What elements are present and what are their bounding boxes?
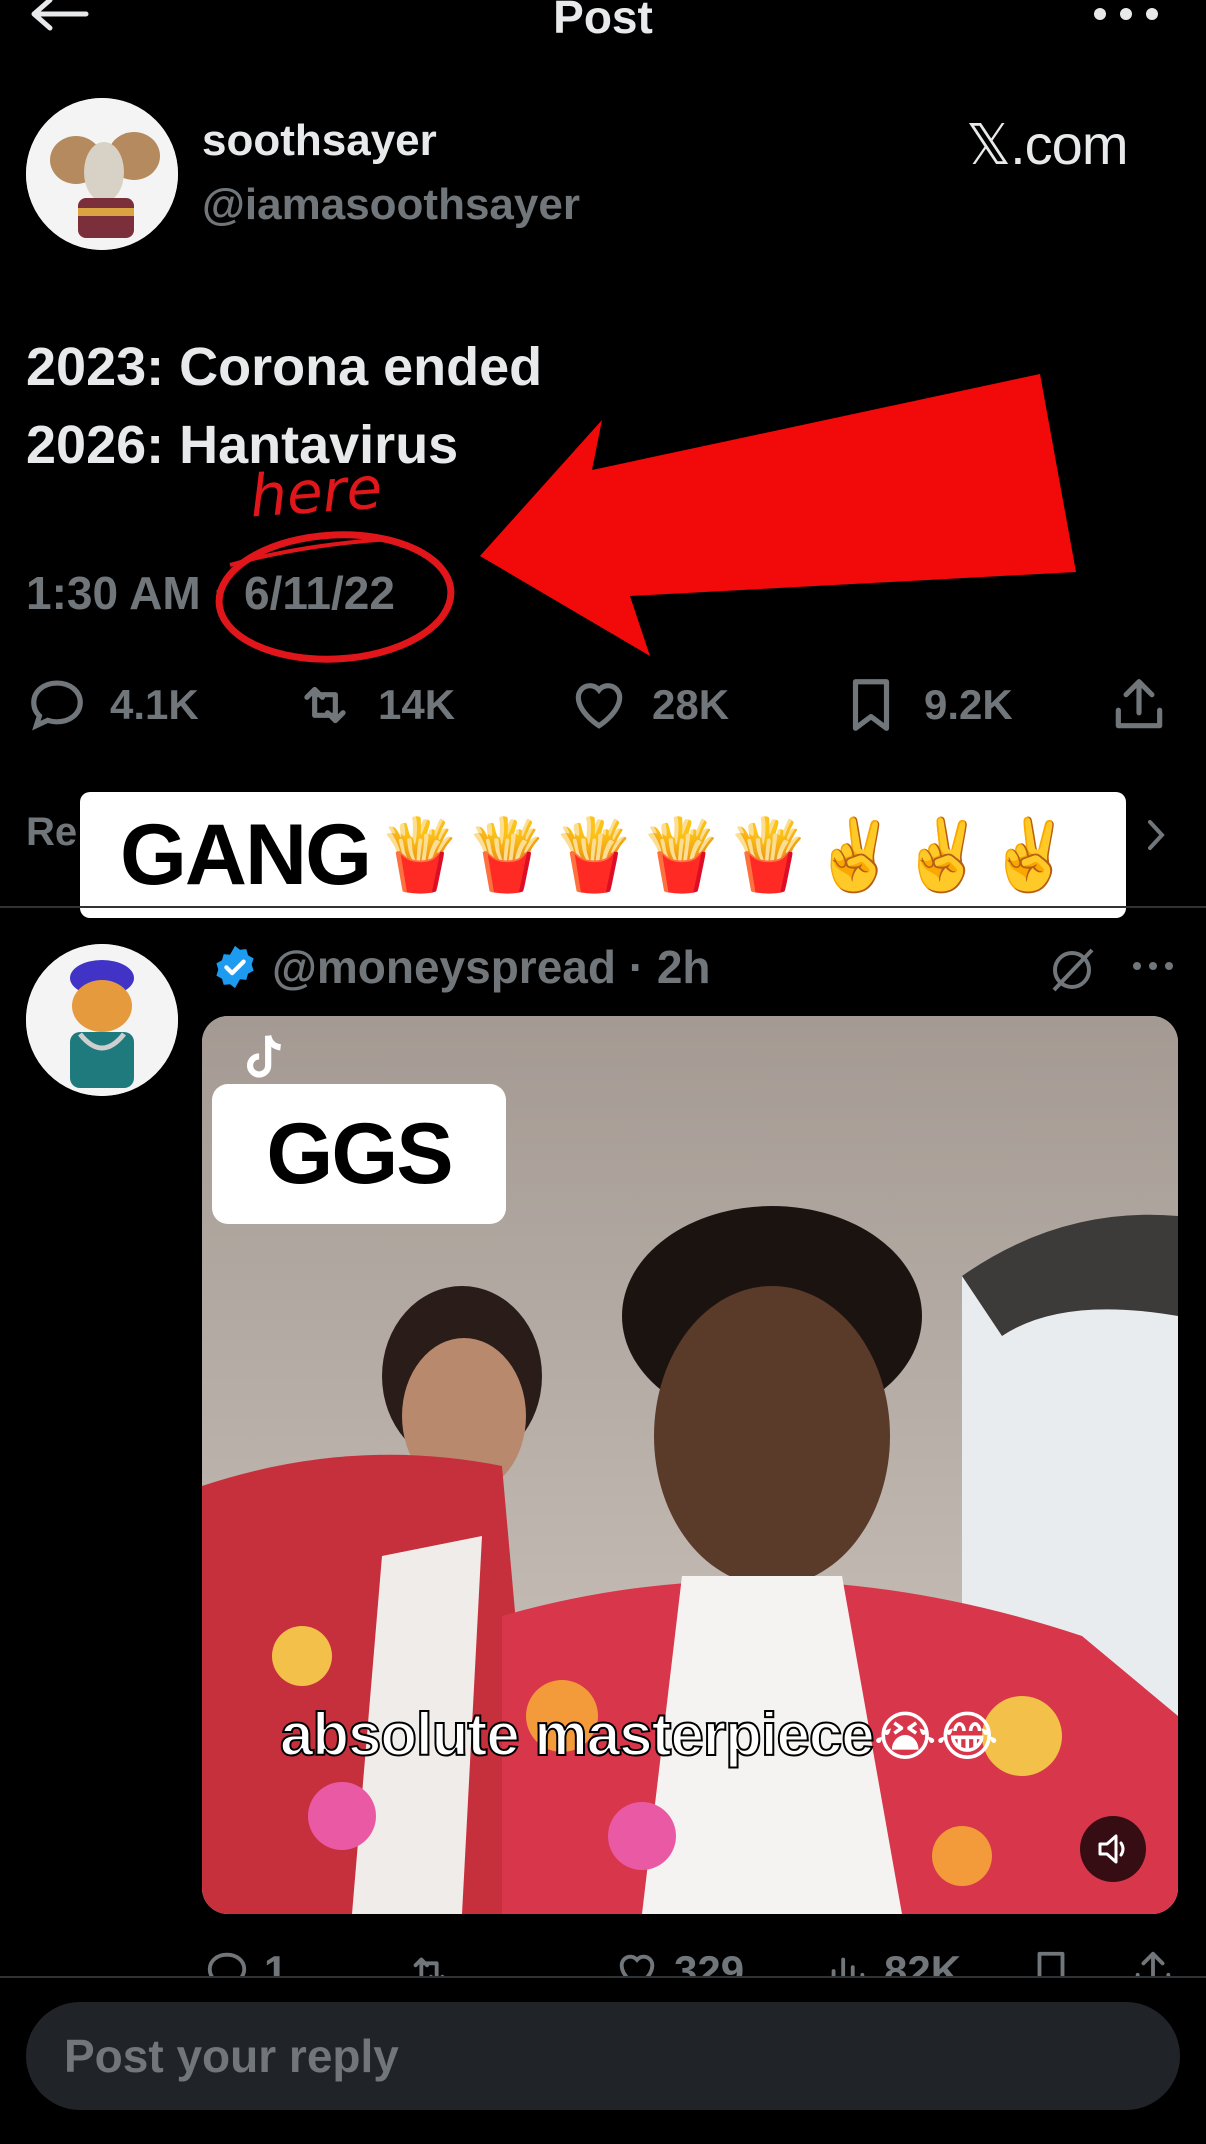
annotation-here-text: here xyxy=(247,453,385,531)
repost-count: 14K xyxy=(378,681,456,728)
reply-author-avatar[interactable] xyxy=(26,944,178,1096)
post-time: 1:30 AM · xyxy=(26,567,229,619)
annotation-arrow xyxy=(480,374,1076,656)
ram-character-image xyxy=(26,98,178,250)
repost-action[interactable]: 14K xyxy=(294,672,455,738)
grok-icon[interactable] xyxy=(1046,944,1098,996)
reply-input[interactable] xyxy=(26,2002,1180,2110)
annotation-circle xyxy=(215,531,455,663)
like-action[interactable]: 28K xyxy=(568,672,729,738)
more-icon[interactable] xyxy=(1130,946,1176,986)
reply-icon xyxy=(31,680,83,731)
gang-sticker-overlay: GANG 🍟🍟🍟🍟🍟✌️✌️✌️ xyxy=(80,792,1126,918)
like-icon xyxy=(575,683,623,729)
chevron-right-icon[interactable] xyxy=(1140,810,1174,860)
bookmark-icon xyxy=(852,679,890,731)
video-caption-emoji: 😭😂 xyxy=(873,1705,999,1768)
ggs-sticker-text: GGS xyxy=(266,1105,453,1202)
repost-icon xyxy=(304,686,346,724)
share-action[interactable] xyxy=(1108,672,1170,738)
author-display-name[interactable]: soothsayer xyxy=(202,116,437,166)
share-icon xyxy=(1115,679,1163,729)
tiktok-icon xyxy=(247,1034,282,1078)
verified-icon xyxy=(216,945,254,989)
tweet-text-line: 2023: Corona ended xyxy=(26,337,543,397)
x-watermark: 𝕏.com xyxy=(966,113,1128,176)
more-icon[interactable] xyxy=(1086,0,1166,34)
author-avatar[interactable] xyxy=(26,98,178,250)
divider xyxy=(0,906,1206,908)
author-handle[interactable]: @iamasoothsayer xyxy=(202,180,580,230)
gang-sticker-text: GANG xyxy=(120,806,372,903)
bookmark-count: 9.2K xyxy=(924,681,1013,728)
reply-action[interactable]: 4.1K xyxy=(26,672,199,738)
volume-icon[interactable] xyxy=(1080,1816,1146,1882)
cat-character-image xyxy=(26,944,178,1096)
gang-sticker-emoji: 🍟🍟🍟🍟🍟✌️✌️✌️ xyxy=(376,813,1074,896)
bookmark-action[interactable]: 9.2K xyxy=(840,672,1013,738)
relevant-replies-label[interactable]: Re xyxy=(26,810,77,855)
reply-author-handle[interactable]: @moneyspread · 2h xyxy=(272,940,711,994)
video-caption: absolute masterpiece😭😂 xyxy=(279,1700,999,1769)
ggs-sticker: GGS xyxy=(212,1084,506,1224)
like-count: 28K xyxy=(652,681,730,728)
page-title: Post xyxy=(553,0,653,43)
video-caption-text: absolute masterpiece xyxy=(279,1700,876,1769)
reply-count: 4.1K xyxy=(110,681,199,728)
tweet-text-line: 2026: Hantavirus xyxy=(26,415,459,475)
